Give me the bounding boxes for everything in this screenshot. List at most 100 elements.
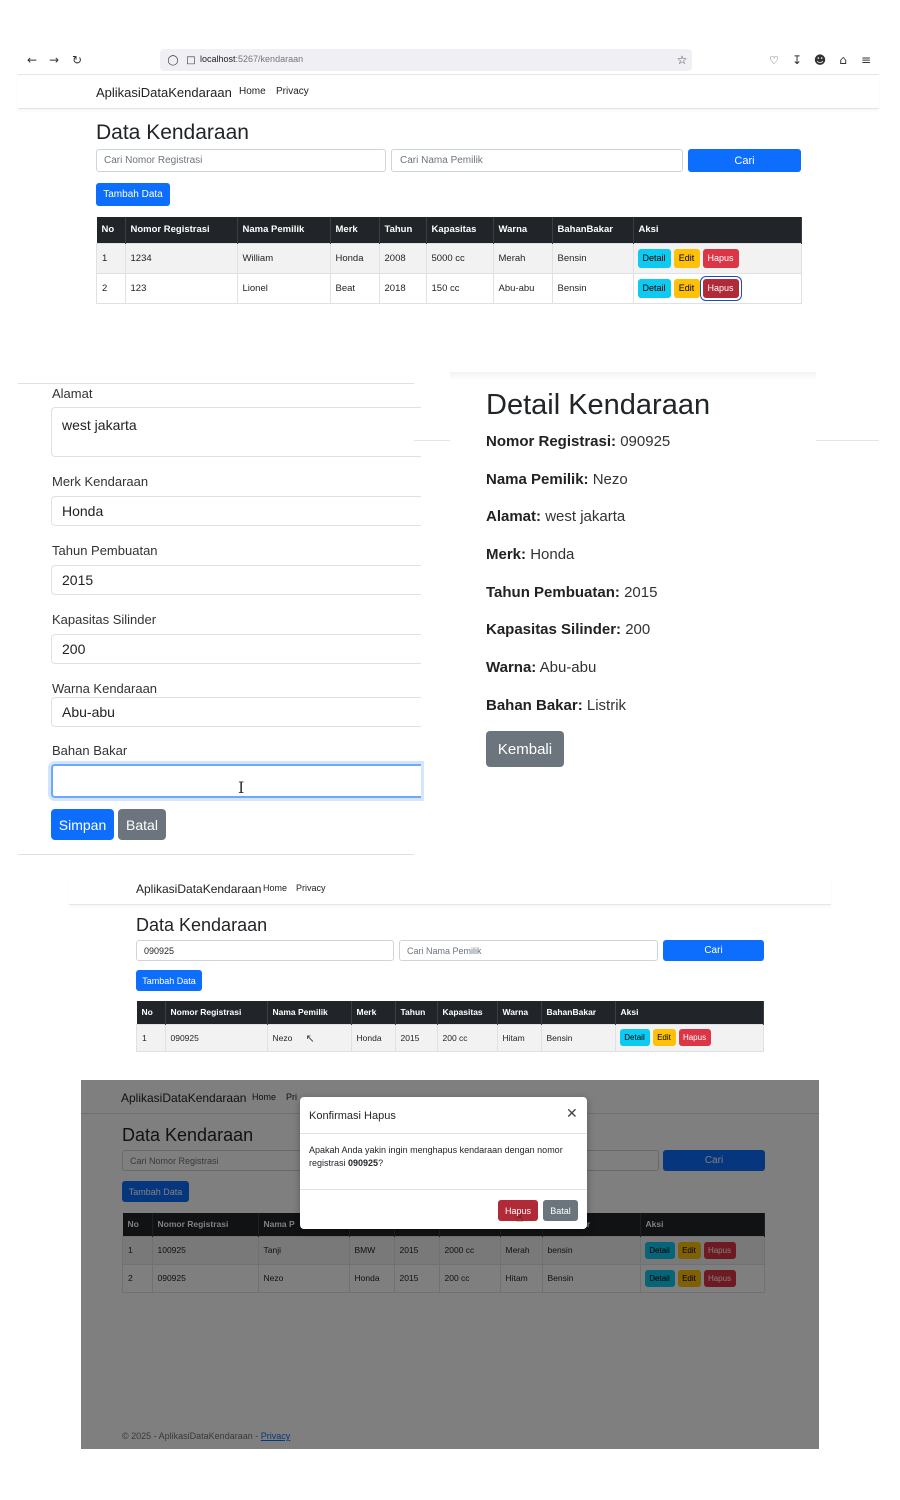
detail-nomor-value: 090925 [620, 433, 671, 450]
reload-icon[interactable]: ↻ [69, 52, 85, 68]
cell: 2018 [378, 272, 427, 304]
actions-cell: Detail Edit Hapus [614, 1023, 764, 1052]
add-data-button-1[interactable]: Tambah Data [96, 183, 170, 206]
merk-input[interactable]: Honda [51, 496, 421, 526]
search-button-1[interactable]: Cari [688, 149, 801, 172]
detail-alamat-value: west jakarta [545, 508, 626, 525]
nav-privacy[interactable]: Privacy [296, 883, 326, 893]
search-owner-input-2[interactable]: Cari Nama Pemilik [399, 940, 658, 961]
nav-brand[interactable]: AplikasiDataKendaraan [96, 85, 232, 100]
back-icon[interactable]: ← [24, 52, 40, 68]
search-reg-input-2[interactable]: 090925 [136, 940, 394, 961]
detail-nama: Nama Pemilik: Nezo [486, 471, 628, 488]
nav-privacy[interactable]: Privacy [276, 86, 309, 97]
delete-button[interactable]: Hapus [702, 248, 739, 268]
cell: 1 [96, 242, 126, 274]
search-owner-placeholder: Cari Nama Pemilik [400, 155, 483, 166]
detail-alamat: Alamat: west jakarta [486, 508, 625, 525]
cell: Bensin [551, 242, 634, 274]
tahun-input[interactable]: 2015 [51, 565, 421, 595]
detail-nama-value: Nezo [592, 471, 628, 488]
divider-left [414, 440, 450, 441]
warna-input[interactable]: Abu-abu [51, 697, 421, 727]
detail-tahun: Tahun Pembuatan: 2015 [486, 584, 657, 601]
nav-home[interactable]: Home [263, 883, 287, 893]
col-kapasitas: Kapasitas [437, 1001, 498, 1024]
detail-alamat-label: Alamat: [486, 508, 542, 525]
detail-title: Detail Kendaraan [486, 389, 711, 421]
back-button[interactable]: Kembali [486, 731, 564, 767]
detail-merk-label: Merk: [486, 546, 527, 563]
search-reg-value: 090925 [144, 945, 175, 956]
url-path: :5267/kendaraan [235, 54, 304, 64]
edit-button[interactable]: Edit [673, 248, 700, 268]
download-icon[interactable]: ↧ [789, 52, 805, 68]
divider-right [816, 440, 879, 441]
url-bar[interactable]: ◯ □ localhost:5267/kendaraan ☆ [160, 49, 692, 71]
col-merk: Merk [330, 217, 380, 243]
alamat-textarea[interactable]: west jakarta [51, 407, 421, 457]
cell: Hitam [496, 1023, 542, 1052]
table-header: No Nomor Registrasi Nama Pemilik Merk Ta… [96, 217, 802, 243]
detail-nama-label: Nama Pemilik: [486, 471, 589, 488]
cell: Abu-abu [492, 272, 553, 304]
warna-value: Abu-abu [62, 704, 115, 720]
alamat-value: west jakarta [62, 417, 137, 433]
detail-tahun-value: 2015 [624, 584, 658, 601]
shield-icon: ◯ [167, 54, 179, 66]
nav-home[interactable]: Home [239, 86, 266, 97]
cell: 2015 [394, 1023, 438, 1052]
url-host: localhost [200, 54, 236, 64]
pocket-icon[interactable]: ♡ [766, 52, 782, 68]
account-icon[interactable]: ☻ [812, 52, 828, 68]
col-nama: Nama Pemilik [267, 1001, 352, 1024]
kapasitas-value: 200 [62, 641, 86, 657]
close-icon[interactable]: ✕ [566, 1106, 578, 1122]
delete-button-focused[interactable]: Hapus [702, 278, 739, 298]
col-nama: Nama Pemilik [237, 217, 331, 243]
col-bahanbakar: BahanBakar [541, 1001, 616, 1024]
save-button[interactable]: Simpan [51, 809, 114, 840]
detail-panel [450, 372, 816, 380]
cell: Lionel [236, 272, 331, 304]
delete-button[interactable]: Hapus [678, 1029, 711, 1046]
detail-warna-label: Warna: [486, 659, 537, 676]
cell: 5000 cc [425, 242, 494, 274]
bahan-label: Bahan Bakar [52, 743, 128, 758]
cell: Merah [492, 242, 553, 274]
table-row: 2 123 Lionel Beat 2018 150 cc Abu-abu Be… [96, 272, 802, 304]
modal-title: Konfirmasi Hapus [309, 1110, 396, 1122]
modal-body: Apakah Anda yakin ingin menghapus kendar… [309, 1144, 577, 1170]
cancel-button[interactable]: Batal [118, 809, 166, 840]
edit-button[interactable]: Edit [673, 278, 700, 298]
col-kapasitas: Kapasitas [426, 217, 494, 243]
col-tahun: Tahun [379, 217, 427, 243]
cell: William [236, 242, 331, 274]
detail-button[interactable]: Detail [637, 278, 671, 298]
add-data-button-2[interactable]: Tambah Data [136, 970, 202, 991]
kapasitas-input[interactable]: 200 [51, 634, 421, 664]
cell: 200 cc [436, 1023, 498, 1052]
detail-button[interactable]: Detail [619, 1029, 650, 1046]
edit-button[interactable]: Edit [652, 1029, 676, 1046]
star-icon[interactable]: ☆ [674, 52, 690, 68]
actions-cell: Detail Edit Hapus [632, 272, 802, 304]
modal-cancel-button[interactable]: Batal [543, 1200, 578, 1221]
page-icon: □ [186, 54, 196, 66]
modal-header-divider [300, 1133, 587, 1134]
extensions-icon[interactable]: ⌂ [835, 52, 851, 68]
bahan-input[interactable] [51, 764, 421, 798]
search-owner-input-1[interactable]: Cari Nama Pemilik [391, 149, 683, 172]
menu-icon[interactable]: ≡ [858, 52, 874, 68]
col-no: No [136, 1001, 166, 1024]
forward-icon[interactable]: → [46, 52, 62, 68]
detail-button[interactable]: Detail [637, 248, 671, 268]
warna-label: Warna Kendaraan [52, 681, 158, 696]
nav-brand[interactable]: AplikasiDataKendaraan [136, 882, 261, 896]
search-button-2[interactable]: Cari [663, 940, 764, 961]
cell: 1234 [124, 242, 238, 274]
hand-cursor-icon: ☝ [516, 1211, 524, 1225]
pointer-cursor-icon: ↖ [305, 1031, 315, 1045]
search-reg-input-1[interactable]: Cari Nomor Registrasi [96, 149, 386, 172]
modal-body-number: 090925 [348, 1158, 379, 1168]
